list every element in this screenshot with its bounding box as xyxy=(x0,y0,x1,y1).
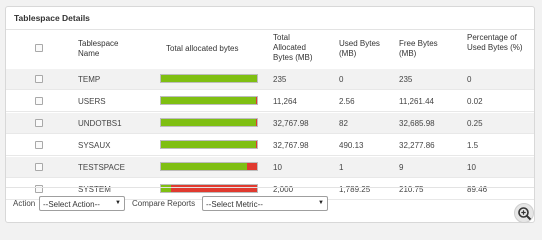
zoom-in-icon[interactable] xyxy=(514,203,534,223)
header-name-line2: Name xyxy=(78,49,100,58)
allocation-bar xyxy=(160,118,258,127)
cell-percentage-used: 0.25 xyxy=(467,119,483,128)
action-select-value: --Select Action-- xyxy=(43,200,100,209)
table-row: TESTSPACE 10 1 9 10 xyxy=(6,157,534,178)
cell-total-allocated: 235 xyxy=(273,75,287,84)
header-total-line2: Allocated xyxy=(273,43,306,52)
cell-free-bytes: 32,685.98 xyxy=(399,119,435,128)
header-total-line3: Bytes (MB) xyxy=(273,53,313,62)
row-checkbox[interactable] xyxy=(35,75,43,83)
allocation-bar xyxy=(160,96,258,105)
table-row: UNDOTBS1 32,767.98 82 32,685.98 0.25 xyxy=(6,113,534,134)
metric-select-value: --Select Metric-- xyxy=(206,200,263,209)
allocation-bar-free-segment xyxy=(161,141,256,148)
cell-total-allocated: 32,767.98 xyxy=(273,141,309,150)
allocation-bar-free-segment xyxy=(161,163,248,170)
cell-total-allocated: 10 xyxy=(273,163,282,172)
header-used-line1: Used Bytes xyxy=(339,39,380,48)
cell-tablespace-name: SYSAUX xyxy=(78,141,111,150)
cell-tablespace-name: UNDOTBS1 xyxy=(78,119,122,128)
table-row: TEMP 235 0 235 0 xyxy=(6,69,534,90)
header-used-line2: (MB) xyxy=(339,49,357,58)
row-checkbox[interactable] xyxy=(35,119,43,127)
cell-used-bytes: 2.56 xyxy=(339,97,355,106)
table-footer: Action --Select Action-- ▼ Compare Repor… xyxy=(6,187,534,215)
cell-percentage-used: 10 xyxy=(467,163,476,172)
header-used-bytes: Used Bytes (MB) xyxy=(339,39,380,59)
header-percentage-used: Percentage of Used Bytes (%) xyxy=(467,33,535,53)
header-free-line2: (MB) xyxy=(399,49,417,58)
action-label: Action xyxy=(13,199,36,208)
cell-percentage-used: 0.02 xyxy=(467,97,483,106)
cell-free-bytes: 11,261.44 xyxy=(399,97,434,106)
header-pct-line2: Used Bytes (%) xyxy=(467,43,523,52)
header-free-line1: Free Bytes xyxy=(399,39,438,48)
row-checkbox[interactable] xyxy=(35,163,43,171)
metric-select[interactable]: --Select Metric-- ▼ xyxy=(202,196,328,211)
row-checkbox[interactable] xyxy=(35,97,43,105)
header-free-bytes: Free Bytes (MB) xyxy=(399,39,438,59)
header-tablespace-name: Tablespace Name xyxy=(78,39,118,59)
cell-used-bytes: 82 xyxy=(339,119,348,128)
cell-tablespace-name: TEMP xyxy=(78,75,101,84)
cell-used-bytes: 0 xyxy=(339,75,344,84)
row-checkbox[interactable] xyxy=(35,141,43,149)
table-row: USERS 11,264 2.56 11,261.44 0.02 xyxy=(6,91,534,112)
allocation-bar xyxy=(160,140,258,149)
allocation-bar-free-segment xyxy=(161,75,257,82)
table-row: SYSAUX 32,767.98 490.13 32,277.86 1.5 xyxy=(6,135,534,156)
header-total-allocated-mb: Total Allocated Bytes (MB) xyxy=(273,33,313,63)
cell-tablespace-name: USERS xyxy=(78,97,106,106)
header-total-line1: Total xyxy=(273,33,290,42)
header-name-line1: Tablespace xyxy=(78,39,119,48)
cell-free-bytes: 235 xyxy=(399,75,413,84)
header-total-allocated-bytes: Total allocated bytes xyxy=(166,44,239,53)
cell-tablespace-name: TESTSPACE xyxy=(78,163,125,172)
title-divider xyxy=(6,29,534,30)
cell-used-bytes: 1 xyxy=(339,163,344,172)
panel-title: Tablespace Details xyxy=(14,13,90,23)
cell-total-allocated: 11,264 xyxy=(273,97,297,106)
cell-percentage-used: 0 xyxy=(467,75,472,84)
allocation-bar xyxy=(160,162,258,171)
select-all-checkbox[interactable] xyxy=(35,44,43,52)
cell-used-bytes: 490.13 xyxy=(339,141,364,150)
allocation-bar-free-segment xyxy=(161,97,256,104)
cell-free-bytes: 32,277.86 xyxy=(399,141,435,150)
chevron-down-icon: ▼ xyxy=(115,200,121,206)
compare-reports-label: Compare Reports xyxy=(132,199,196,208)
allocation-bar xyxy=(160,74,258,83)
allocation-bar-free-segment xyxy=(161,119,256,126)
cell-percentage-used: 1.5 xyxy=(467,141,479,150)
action-select[interactable]: --Select Action-- ▼ xyxy=(39,196,125,211)
cell-free-bytes: 9 xyxy=(399,163,404,172)
tablespace-details-panel: Tablespace Details Tablespace Name Total… xyxy=(5,6,535,223)
header-pct-line1: Percentage of xyxy=(467,33,517,42)
cell-total-allocated: 32,767.98 xyxy=(273,119,309,128)
chevron-down-icon: ▼ xyxy=(318,200,324,206)
